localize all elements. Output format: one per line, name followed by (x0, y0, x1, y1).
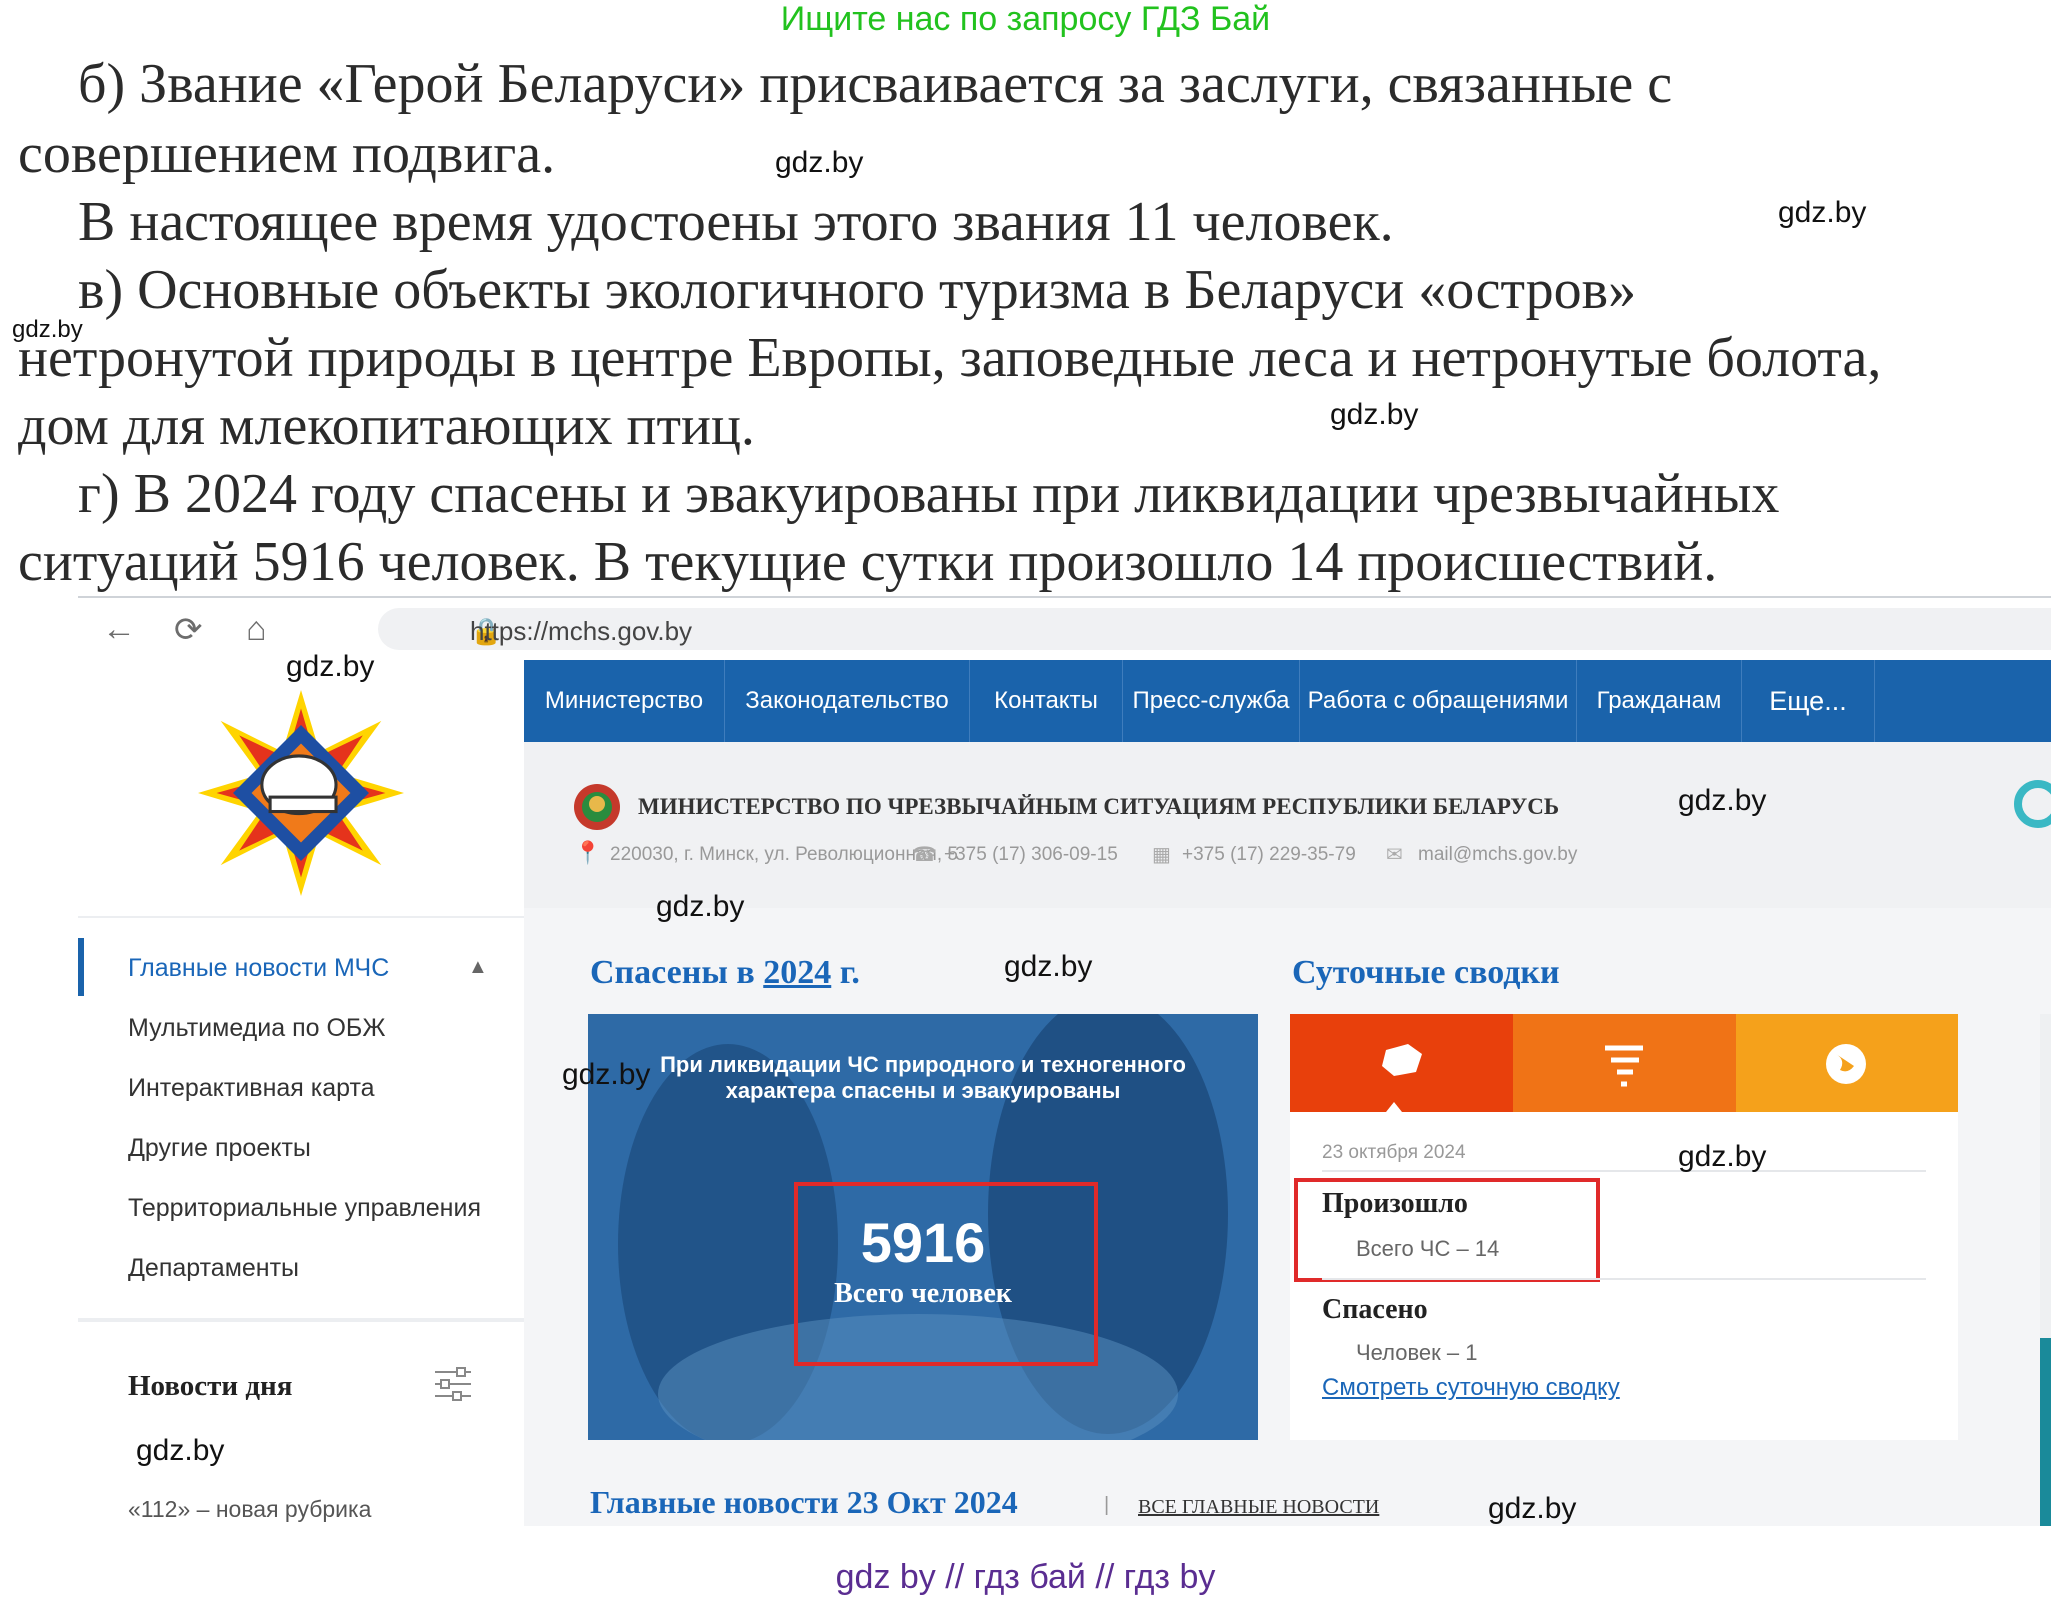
daily-title[interactable]: Суточные сводки (1292, 954, 1560, 992)
nav-citizens[interactable]: Гражданам (1577, 660, 1742, 742)
mail-icon: ✉ (1386, 844, 1403, 866)
sidebar-item-departments[interactable]: Департаменты (128, 1254, 299, 1283)
tab-emergencies[interactable] (1290, 1014, 1513, 1112)
happened-label: Произошло (1322, 1188, 1468, 1219)
nav-ministry[interactable]: Министерство (524, 660, 725, 742)
para-b2: В настоящее время удостоены этого звания… (78, 191, 1394, 253)
collapse-arrow-icon[interactable]: ▲ (468, 956, 488, 979)
para-v-line3: дом для млекопитающих птиц. (18, 395, 755, 457)
sidebar-item-territorial[interactable]: Территориальные управления (128, 1194, 481, 1223)
news-day-title: Новости дня (128, 1370, 293, 1402)
main-news-title[interactable]: Главные новости 23 Окт 2024 (590, 1484, 1018, 1521)
rescued-label: Спасено (1322, 1294, 1428, 1325)
all-main-news-link[interactable]: ВСЕ ГЛАВНЫЕ НОВОСТИ (1138, 1496, 1379, 1519)
phone[interactable]: +375 (17) 306-09-15 (944, 844, 1118, 866)
nav-contacts[interactable]: Контакты (970, 660, 1123, 742)
accessibility-icon[interactable] (2014, 780, 2051, 828)
para-v-line1: в) Основные объекты экологичного туризма… (78, 259, 1637, 321)
para-g-line1: г) В 2024 году спасены и эвакуированы пр… (78, 463, 1780, 525)
url-text: https://mchs.gov.by (470, 616, 693, 646)
summary-date: 23 октября 2024 (1322, 1142, 1466, 1163)
saved-title: Спасены в 2024 г. (590, 954, 860, 991)
back-icon[interactable]: ← (102, 610, 136, 649)
nav-press[interactable]: Пресс-служба (1123, 660, 1300, 742)
filter-icon[interactable] (433, 1364, 473, 1404)
nav-legislation[interactable]: Законодательство (725, 660, 970, 742)
sidebar-item-map[interactable]: Интерактивная карта (128, 1074, 375, 1103)
watermark: gdz.by (12, 316, 83, 343)
watermark: gdz.by (656, 890, 745, 923)
happened-value: Всего ЧС – 14 (1356, 1236, 1500, 1261)
bottom-watermark: gdz by // гдз бай // гдз by (835, 1558, 1216, 1596)
address: 220030, г. Минск, ул. Революционная, 5 (610, 844, 958, 865)
tab-weather[interactable] (1513, 1014, 1736, 1112)
saved-count-label: Всего человек (834, 1278, 1012, 1309)
tornado-icon (1605, 1045, 1643, 1087)
daily-summary-link[interactable]: Смотреть суточную сводку (1322, 1374, 1620, 1402)
watermark: gdz.by (1678, 784, 1767, 817)
sidebar-item-projects[interactable]: Другие проекты (128, 1134, 311, 1163)
sidebar: Главные новости МЧС ▲ Мультимедиа по ОБЖ… (78, 660, 524, 1526)
fax[interactable]: +375 (17) 229-35-79 (1182, 844, 1356, 866)
daily-summary: 23 октября 2024 Произошло Всего ЧС – 14 … (1290, 1014, 1958, 1440)
email[interactable]: mail@mchs.gov.by (1418, 844, 1577, 866)
sidebar-item-main-news[interactable]: Главные новости МЧС (128, 954, 389, 983)
website-screenshot: ← ⟳ ⌂ 🔒 https://mchs.gov.by Главные ново… (78, 596, 2051, 1526)
watermark: gdz.by (1488, 1492, 1577, 1525)
saved-caption-line2: характера спасены и эвакуированы (725, 1078, 1121, 1103)
news-snippet[interactable]: «112» – новая рубрика (128, 1496, 371, 1523)
home-icon[interactable]: ⌂ (246, 610, 267, 649)
watermark: gdz.by (1678, 1140, 1767, 1173)
phone-icon: ☎ (912, 844, 937, 866)
saved-caption-line1: При ликвидации ЧС природного и техногенн… (660, 1052, 1186, 1077)
tab-world[interactable] (1736, 1014, 1958, 1112)
watermark: gdz.by (775, 146, 864, 179)
para-b-line2: совершением подвига. (18, 123, 556, 185)
watermark: gdz.by (562, 1058, 651, 1091)
reload-icon[interactable]: ⟳ (174, 610, 203, 650)
fax-icon: ▦ (1152, 844, 1171, 866)
saved-count: 5916 (860, 1211, 986, 1274)
location-icon: 📍 (574, 840, 602, 865)
map-icon (1382, 1044, 1422, 1112)
url-field[interactable]: 🔒 https://mchs.gov.by (378, 608, 2051, 650)
para-g-line2: ситуаций 5916 человек. В текущие сутки п… (18, 531, 1718, 593)
globe-icon (1826, 1044, 1866, 1084)
ministry-header: МИНИСТЕРСТВО ПО ЧРЕЗВЫЧАЙНЫМ СИТУАЦИЯМ Р… (524, 742, 2051, 908)
watermark: gdz.by (286, 650, 375, 683)
mchs-logo-icon (198, 690, 404, 896)
watermark: gdz.by (1778, 196, 1867, 229)
top-nav: Министерство Законодательство Контакты П… (524, 660, 2051, 742)
nav-more[interactable]: Еще... (1742, 660, 1875, 742)
para-v-line2: нетронутой природы в центре Европы, запо… (18, 327, 1882, 389)
nav-appeals[interactable]: Работа с обращениями (1300, 660, 1577, 742)
watermark: gdz.by (1004, 950, 1093, 983)
coat-of-arms-icon (574, 784, 620, 830)
saved-panel[interactable]: При ликвидации ЧС природного и техногенн… (588, 1014, 1258, 1440)
org-name: МИНИСТЕРСТВО ПО ЧРЕЗВЫЧАЙНЫМ СИТУАЦИЯМ Р… (638, 794, 1560, 819)
rescued-value: Человек – 1 (1356, 1340, 1478, 1365)
sidebar-item-multimedia[interactable]: Мультимедиа по ОБЖ (128, 1014, 385, 1043)
top-banner: Ищите нас по запросу ГДЗ Бай (780, 0, 1271, 38)
watermark: gdz.by (136, 1434, 225, 1467)
watermark: gdz.by (1330, 398, 1419, 431)
para-b-line1: б) Звание «Герой Беларуси» присваивается… (78, 53, 1673, 115)
